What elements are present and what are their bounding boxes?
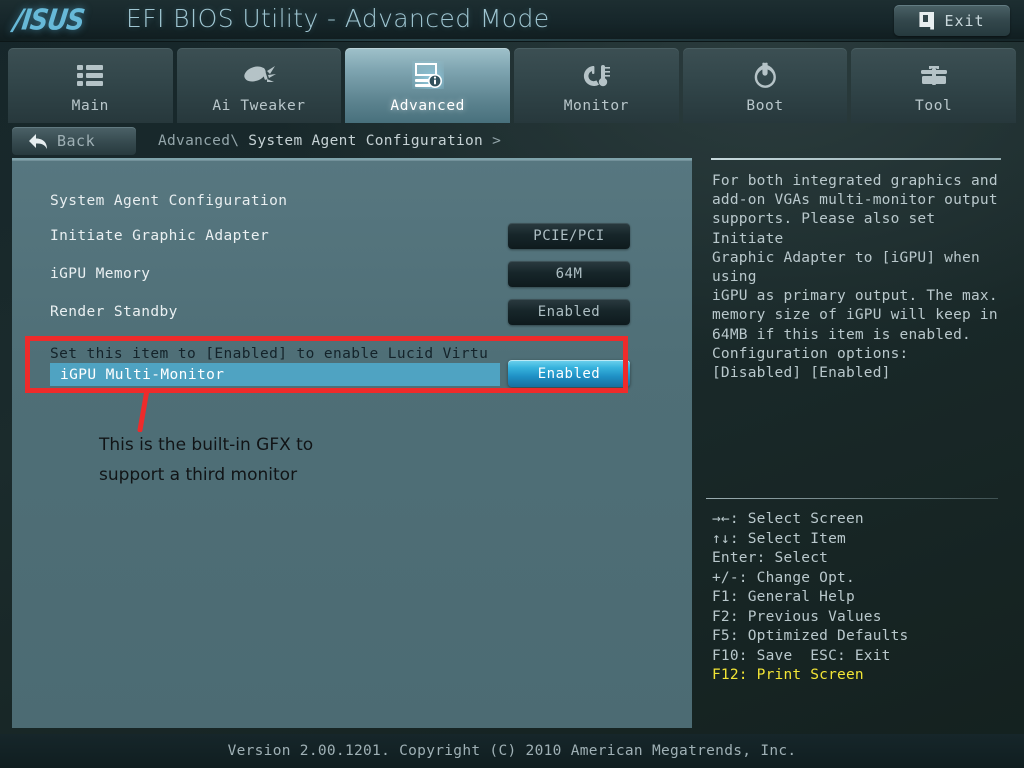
setting-value-button[interactable]: Enabled — [508, 298, 630, 325]
main-nav-tabs: Main Ai Tweaker Advanced Monitor Boot To… — [0, 48, 1024, 123]
footer-bar: Version 2.00.1201. Copyright (C) 2010 Am… — [0, 734, 1024, 768]
setting-row-render-standby[interactable]: Render Standby Enabled — [26, 298, 678, 325]
setting-label: iGPU Memory — [50, 265, 151, 282]
key-legend-item: →←: Select Screen — [712, 511, 864, 527]
key-legend-item-print-screen: F12: Print Screen — [712, 667, 864, 683]
tab-advanced[interactable]: Advanced — [345, 48, 511, 123]
power-icon — [751, 58, 779, 92]
rocket-icon — [242, 58, 276, 92]
breadcrumb: Advanced\ System Agent Configuration > — [158, 133, 501, 149]
exit-button-label: Exit — [944, 11, 985, 30]
version-text: Version 2.00.1201. Copyright (C) 2010 Am… — [227, 743, 797, 759]
annotation-text: This is the built-in GFX to support a th… — [99, 430, 429, 490]
tab-main-label: Main — [71, 98, 109, 114]
tab-advanced-label: Advanced — [390, 98, 465, 114]
toolbox-icon — [918, 58, 950, 92]
back-button[interactable]: Back — [12, 127, 136, 155]
gauge-temp-icon — [580, 58, 612, 92]
key-legend-item: Enter: Select — [712, 550, 829, 566]
setting-row-initiate-graphic-adapter[interactable]: Initiate Graphic Adapter PCIE/PCI — [26, 222, 678, 249]
breadcrumb-row: Back Advanced\ System Agent Configuratio… — [12, 127, 692, 155]
key-legend-item: F5: Optimized Defaults — [712, 628, 909, 644]
page-title: EFI BIOS Utility - Advanced Mode — [126, 4, 550, 33]
list-icon — [75, 58, 105, 92]
key-legend: →←: Select Screen ↑↓: Select Item Enter:… — [712, 510, 1008, 686]
section-title: System Agent Configuration — [50, 193, 288, 209]
tab-monitor[interactable]: Monitor — [514, 48, 679, 123]
setting-label: Render Standby — [50, 303, 178, 320]
breadcrumb-caret-icon: > — [492, 133, 502, 149]
key-legend-item: F1: General Help — [712, 589, 855, 605]
back-arrow-icon — [28, 133, 48, 150]
exit-door-icon — [919, 11, 935, 30]
setting-label: Initiate Graphic Adapter — [50, 227, 270, 244]
tab-tool[interactable]: Tool — [851, 48, 1017, 123]
help-divider — [706, 498, 998, 499]
back-button-label: Back — [57, 132, 96, 150]
tab-boot-label: Boot — [746, 98, 784, 114]
inline-hint-text: Set this item to [Enabled] to enable Luc… — [50, 346, 489, 362]
tab-monitor-label: Monitor — [563, 98, 629, 114]
title-bar: /ISUS EFI BIOS Utility - Advanced Mode E… — [0, 0, 1024, 42]
asus-logo: /ISUS — [11, 2, 87, 37]
key-legend-item: ↑↓: Select Item — [712, 530, 846, 547]
setting-value-button[interactable]: PCIE/PCI — [508, 222, 630, 249]
exit-button[interactable]: Exit — [894, 5, 1010, 36]
tab-boot[interactable]: Boot — [682, 48, 848, 123]
tab-ai-tweaker[interactable]: Ai Tweaker — [176, 48, 342, 123]
setting-label: iGPU Multi-Monitor — [60, 366, 225, 383]
tab-ai-tweaker-label: Ai Tweaker — [212, 98, 306, 114]
tab-tool-label: Tool — [915, 98, 953, 114]
bios-screen: /ISUS EFI BIOS Utility - Advanced Mode E… — [0, 0, 1024, 768]
help-panel: For both integrated graphics and add-on … — [700, 158, 1012, 728]
setting-row-igpu-memory[interactable]: iGPU Memory 64M — [26, 260, 678, 287]
breadcrumb-current: System Agent Configuration — [239, 133, 493, 149]
tab-main[interactable]: Main — [8, 48, 173, 123]
key-legend-item: +/-: Change Opt. — [712, 569, 855, 586]
setting-value-button-selected[interactable]: Enabled — [508, 360, 630, 387]
breadcrumb-parent[interactable]: Advanced\ — [158, 133, 239, 149]
annotation-line-2: support a third monitor — [99, 465, 298, 485]
key-legend-item: F10: Save ESC: Exit — [712, 647, 891, 664]
annotation-line-1: This is the built-in GFX to — [99, 435, 314, 455]
key-legend-item: F2: Previous Values — [712, 608, 882, 625]
monitor-info-icon — [412, 58, 444, 92]
help-description-text: For both integrated graphics and add-on … — [712, 173, 998, 382]
setting-value-button[interactable]: 64M — [508, 260, 630, 287]
setting-row-igpu-multi-monitor-selected[interactable]: iGPU Multi-Monitor — [50, 363, 500, 386]
help-top-divider — [711, 158, 1001, 160]
